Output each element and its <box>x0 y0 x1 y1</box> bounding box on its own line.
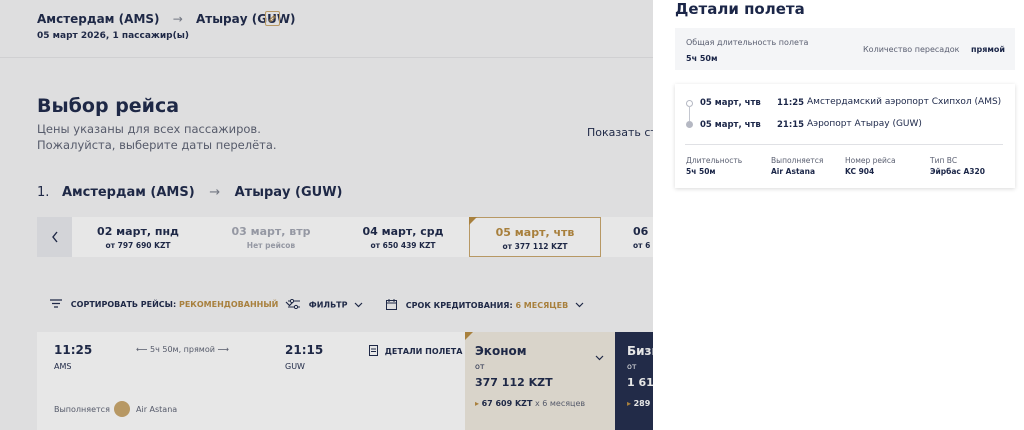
aircraft-value: Эйрбас А320 <box>930 167 985 176</box>
timeline-line <box>689 106 690 121</box>
total-duration-value: 5ч 50м <box>686 54 718 63</box>
operator-value: Air Astana <box>771 167 816 176</box>
duration-label: Длительность <box>686 156 743 165</box>
panel-title: Детали полета <box>675 0 805 18</box>
operator-label: Выполняется <box>771 156 824 165</box>
flight-number-label: Номер рейса <box>845 156 896 165</box>
modal-overlay[interactable] <box>0 0 653 430</box>
aircraft-label: Тип ВС <box>930 156 958 165</box>
seg1-date: 05 март, чтв <box>700 98 761 108</box>
arrival-dot-icon <box>686 121 693 128</box>
transfers-label: Количество пересадок <box>863 45 960 54</box>
segment-divider <box>685 144 1003 145</box>
seg2-time: 21:15 <box>777 120 805 130</box>
seg1-place: Амстердамский аэропорт Схипхол (AMS) <box>807 97 1002 107</box>
total-duration-label: Общая длительность полета <box>686 38 809 47</box>
seg2-date: 05 март, чтв <box>700 120 761 130</box>
duration-value: 5ч 50м <box>686 167 716 176</box>
booking-page: Амстердам (AMS) → Атырау (GUW) 05 март 2… <box>0 0 1024 430</box>
seg2-place: Аэропорт Атырау (GUW) <box>807 119 922 129</box>
transfers-value: прямой <box>971 45 1006 54</box>
summary-box <box>675 28 1015 70</box>
seg1-time: 11:25 <box>777 98 805 108</box>
flight-number-value: KC 904 <box>845 167 875 176</box>
